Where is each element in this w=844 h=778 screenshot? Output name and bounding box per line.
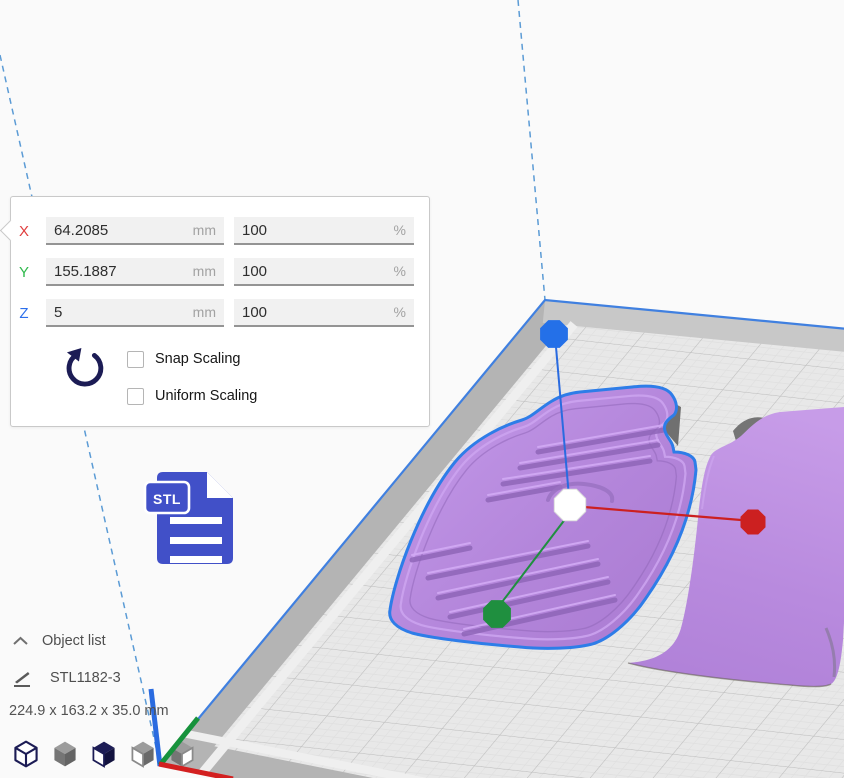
uniform-scaling-label: Uniform Scaling (155, 388, 257, 404)
uniform-scaling-checkbox[interactable] (127, 388, 144, 405)
snap-scaling-label: Snap Scaling (155, 351, 240, 367)
mm-unit-label: mm (193, 222, 216, 238)
scale-x-percent-input[interactable] (242, 222, 390, 239)
printable-mesh-icon (12, 668, 32, 688)
mm-unit-label: mm (193, 263, 216, 279)
scale-z-percent-input[interactable] (242, 304, 390, 321)
page-fold (207, 472, 233, 498)
scale-handle-z[interactable] (540, 320, 568, 348)
object-name: STL1182-3 (50, 670, 121, 686)
rotate-ccw-icon (59, 343, 111, 395)
chevron-up-icon (12, 635, 29, 647)
view-mode-toolbar (11, 739, 197, 769)
axis-z-label: Z (11, 305, 37, 322)
percent-unit-label: % (394, 304, 406, 320)
scale-y-mm-input[interactable] (54, 263, 189, 280)
scale-z-mm-field: mm (46, 299, 224, 327)
scale-y-percent-field: % (234, 258, 414, 286)
scale-handle-x[interactable] (741, 510, 766, 535)
percent-unit-label: % (394, 263, 406, 279)
view-left-button[interactable] (128, 739, 158, 769)
scale-z-percent-field: % (234, 299, 414, 327)
cube-right-icon (167, 739, 197, 769)
object-list-title: Object list (42, 633, 106, 649)
stl-badge-label: STL (153, 491, 181, 507)
object-list-item[interactable]: STL1182-3 (12, 668, 121, 688)
cura-viewport: { "scale_panel": { "rows": [ {"axis": "X… (0, 0, 844, 778)
view-front-button[interactable] (50, 739, 80, 769)
cube-top-icon (89, 739, 119, 769)
object-list-header[interactable]: Object list (12, 633, 106, 649)
cube-left-icon (128, 739, 158, 769)
scale-handle-y[interactable] (483, 600, 511, 628)
view-3d-button[interactable] (11, 739, 41, 769)
view-top-button[interactable] (89, 739, 119, 769)
stl-file-icon: STL (143, 466, 243, 575)
scale-x-mm-input[interactable] (54, 222, 189, 239)
cube-3d-icon (11, 739, 41, 769)
scale-x-mm-field: mm (46, 217, 224, 245)
scale-x-percent-field: % (234, 217, 414, 245)
view-right-button[interactable] (167, 739, 197, 769)
percent-unit-label: % (394, 222, 406, 238)
document-icon: STL (143, 466, 243, 570)
scale-handle-center[interactable] (554, 489, 585, 520)
cube-front-icon (50, 739, 80, 769)
build-volume-back-edge (518, 0, 545, 300)
scale-z-mm-input[interactable] (54, 304, 189, 321)
axis-y-label: Y (11, 264, 37, 281)
scale-y-percent-input[interactable] (242, 263, 390, 280)
model-dimensions: 224.9 x 163.2 x 35.0 mm (9, 703, 169, 719)
snap-scaling-checkbox[interactable] (127, 351, 144, 368)
mm-unit-label: mm (193, 304, 216, 320)
axis-x-label: X (11, 223, 37, 240)
scale-tool-panel: X mm % Y mm % Z mm % (10, 196, 430, 427)
scale-y-mm-field: mm (46, 258, 224, 286)
reset-scale-button[interactable] (59, 343, 111, 395)
